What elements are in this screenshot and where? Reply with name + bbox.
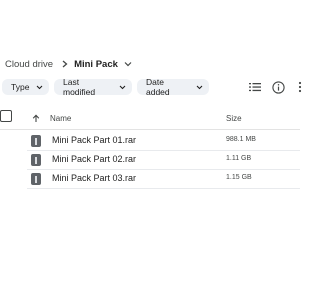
breadcrumb: Cloud drive Mini Pack (5, 56, 132, 72)
filter-date-added-label: Date added (146, 77, 170, 97)
filter-type-chip[interactable]: Type (2, 79, 49, 95)
breadcrumb-current-folder[interactable]: Mini Pack (74, 59, 118, 70)
breadcrumb-root-link[interactable]: Cloud drive (5, 59, 53, 70)
file-name: Mini Pack Part 03.rar (52, 173, 137, 183)
filter-last-modified-chip[interactable]: Last modified (54, 77, 132, 97)
archive-file-icon (31, 154, 41, 166)
file-row[interactable]: Mini Pack Part 03.rar 1.15 GB (0, 170, 300, 189)
chevron-down-icon (119, 85, 126, 90)
file-size: 988.1 MB (226, 136, 256, 143)
file-row[interactable]: Mini Pack Part 01.rar 988.1 MB (0, 132, 300, 151)
file-size: 1.11 GB (226, 155, 252, 162)
file-name: Mini Pack Part 01.rar (52, 135, 137, 145)
row-divider (27, 188, 300, 189)
file-size: 1.15 GB (226, 174, 252, 181)
chevron-down-icon (196, 85, 203, 90)
filter-type-label: Type (11, 82, 30, 92)
header-divider (0, 129, 300, 130)
file-row[interactable]: Mini Pack Part 02.rar 1.11 GB (0, 151, 300, 170)
sort-up-arrow-icon[interactable] (32, 111, 40, 125)
chevron-down-icon (36, 85, 43, 90)
archive-file-icon (31, 173, 41, 185)
archive-file-icon (31, 135, 41, 147)
filter-last-modified-label: Last modified (63, 77, 96, 97)
folder-menu-chevron-down-icon[interactable] (124, 61, 132, 67)
chevron-right-icon (62, 60, 68, 68)
select-all-checkbox[interactable] (0, 110, 12, 122)
info-icon[interactable] (270, 79, 286, 95)
file-name: Mini Pack Part 02.rar (52, 154, 137, 164)
column-header-size[interactable]: Size (226, 111, 242, 125)
list-view-icon[interactable] (247, 79, 263, 95)
more-vert-icon[interactable] (292, 79, 308, 95)
column-header-name[interactable]: Name (50, 111, 71, 125)
filter-date-added-chip[interactable]: Date added (137, 77, 209, 97)
